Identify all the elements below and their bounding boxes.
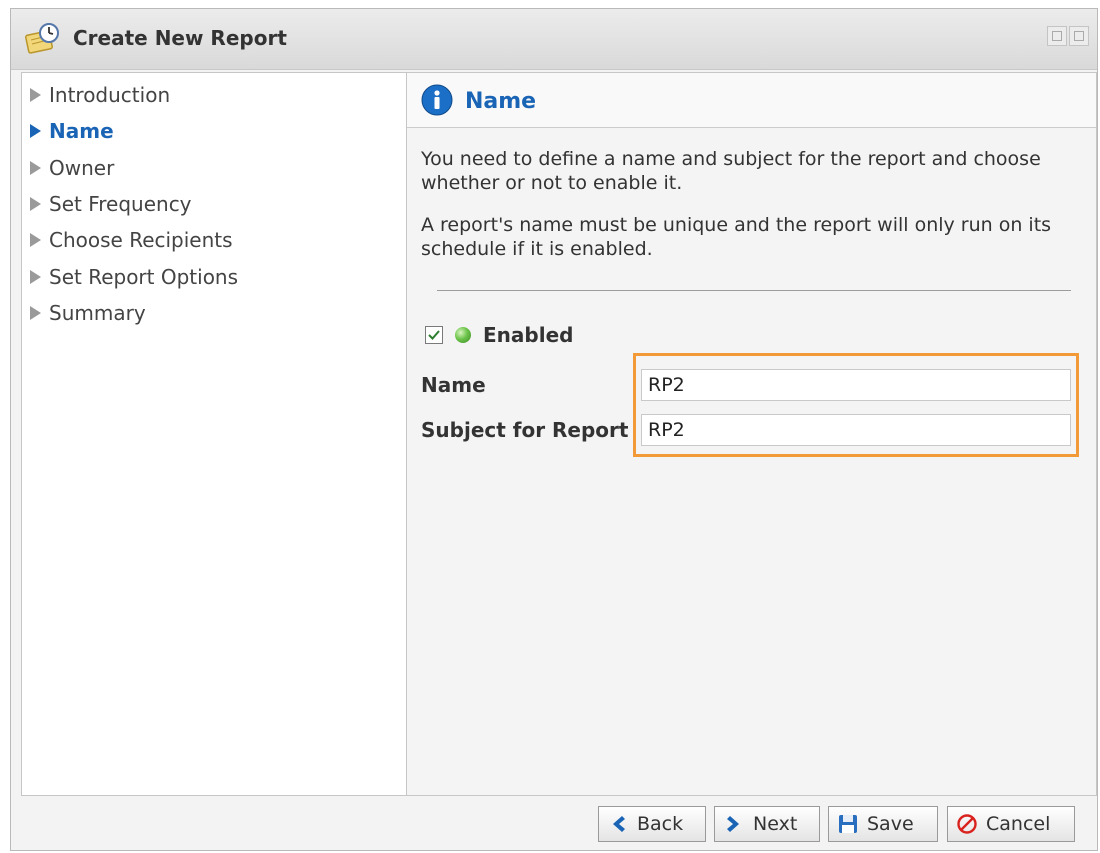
create-report-dialog: Create New Report Introduction Name Owne… <box>10 8 1098 851</box>
checkmark-icon <box>428 330 440 340</box>
subject-label: Subject for Report <box>421 418 629 442</box>
arrow-right-icon <box>727 816 739 832</box>
cancel-button[interactable]: Cancel <box>947 806 1075 842</box>
close-icon <box>1074 31 1084 41</box>
enabled-toggle-row: Enabled <box>425 323 573 347</box>
enabled-checkbox[interactable] <box>425 326 443 344</box>
step-title: Name <box>465 89 537 114</box>
cancel-icon <box>957 814 977 834</box>
close-button[interactable] <box>1069 26 1089 46</box>
nav-item-name[interactable]: Name <box>22 117 114 145</box>
step-description: You need to define a name and subject fo… <box>421 148 1041 194</box>
save-button-label: Save <box>867 813 914 835</box>
nav-item-set-frequency[interactable]: Set Frequency <box>22 190 192 218</box>
chevron-right-icon <box>30 306 41 320</box>
subject-input[interactable] <box>641 414 1071 446</box>
chevron-right-icon <box>30 88 41 102</box>
next-button[interactable]: Next <box>714 806 820 842</box>
save-button[interactable]: Save <box>828 806 938 842</box>
nav-item-label: Introduction <box>49 83 171 107</box>
nav-item-label: Set Frequency <box>49 192 192 216</box>
title-bar[interactable]: Create New Report <box>11 9 1097 70</box>
next-button-label: Next <box>753 813 798 835</box>
nav-item-label: Owner <box>49 156 115 180</box>
step-note: A report's name must be unique and the r… <box>421 214 1052 260</box>
back-button-label: Back <box>637 813 684 835</box>
window-title: Create New Report <box>73 26 287 50</box>
name-input[interactable] <box>641 369 1071 401</box>
nav-item-owner[interactable]: Owner <box>22 154 114 182</box>
nav-item-introduction[interactable]: Introduction <box>22 81 170 109</box>
status-indicator-icon <box>455 327 471 343</box>
chevron-right-icon <box>30 161 41 175</box>
wizard-step-list: Introduction Name Owner Set Frequency Ch… <box>21 72 407 796</box>
nav-item-label: Name <box>49 119 114 143</box>
chevron-right-icon <box>30 233 41 247</box>
arrow-left-icon <box>613 816 625 832</box>
nav-item-choose-recipients[interactable]: Choose Recipients <box>22 226 233 254</box>
maximize-icon <box>1052 31 1062 41</box>
step-content-panel: Name You need to define a name and subje… <box>407 72 1097 796</box>
info-icon <box>421 84 453 116</box>
save-icon <box>839 815 857 833</box>
nav-item-summary[interactable]: Summary <box>22 299 146 327</box>
name-label: Name <box>421 373 486 397</box>
section-divider <box>437 290 1071 291</box>
nav-item-label: Set Report Options <box>49 265 239 289</box>
back-button[interactable]: Back <box>598 806 706 842</box>
chevron-right-icon <box>30 270 41 284</box>
cancel-button-label: Cancel <box>986 813 1051 835</box>
nav-item-label: Summary <box>49 301 146 325</box>
step-header: Name <box>407 73 1096 128</box>
nav-item-set-report-options[interactable]: Set Report Options <box>22 263 238 291</box>
maximize-button[interactable] <box>1047 26 1067 46</box>
enabled-label: Enabled <box>483 323 574 347</box>
nav-item-label: Choose Recipients <box>49 228 233 252</box>
chevron-right-icon <box>30 124 41 138</box>
chevron-right-icon <box>30 197 41 211</box>
report-schedule-icon <box>25 23 59 54</box>
